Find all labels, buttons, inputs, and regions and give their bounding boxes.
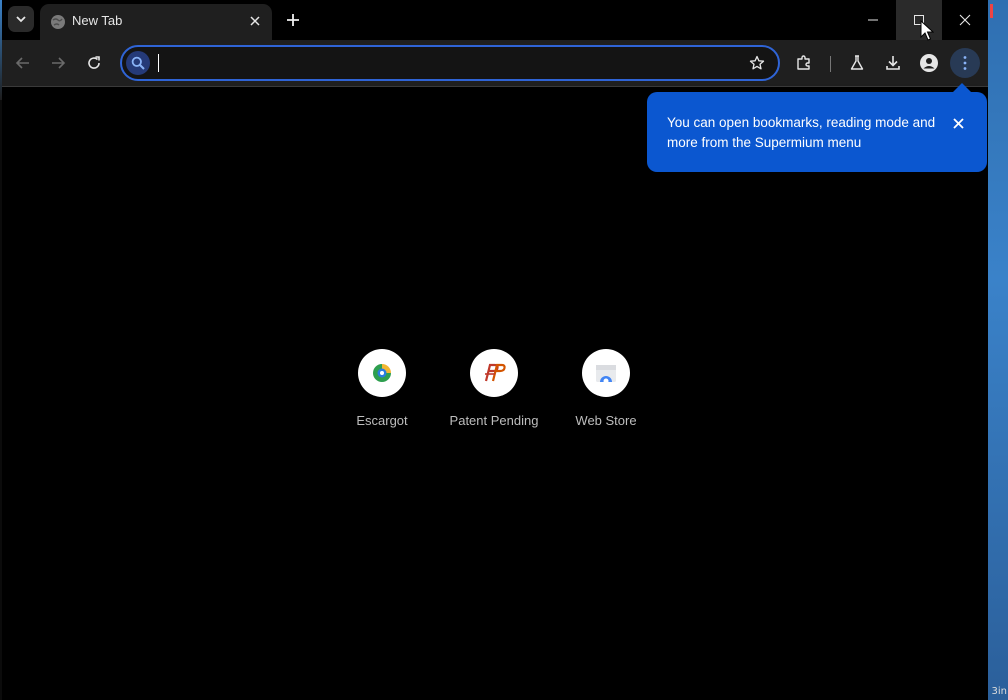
tab-title: New Tab bbox=[72, 13, 123, 28]
bookmark-star-button[interactable] bbox=[746, 52, 768, 74]
mouse-cursor-icon bbox=[920, 20, 934, 41]
shortcut-icon-container bbox=[582, 349, 630, 397]
chevron-down-icon bbox=[16, 16, 26, 23]
new-tab-page: Escargot Patent Pending Web Store bbox=[2, 87, 988, 700]
browser-window: New Tab Escargot Patent Pending Web Stor… bbox=[2, 0, 988, 700]
close-icon bbox=[952, 117, 964, 129]
close-icon bbox=[250, 16, 260, 26]
download-icon bbox=[886, 56, 900, 70]
shortcut-label: Web Store bbox=[575, 413, 637, 428]
labs-button[interactable] bbox=[842, 48, 872, 78]
menu-promo-bubble: You can open bookmarks, reading mode and… bbox=[647, 83, 987, 172]
plus-icon bbox=[287, 14, 299, 26]
close-window-button[interactable] bbox=[942, 0, 988, 40]
toolbar-separator bbox=[830, 56, 831, 72]
extensions-button[interactable] bbox=[789, 48, 819, 78]
search-icon bbox=[126, 51, 150, 75]
escargot-logo-icon bbox=[373, 364, 391, 382]
shortcut-label: Escargot bbox=[356, 413, 408, 428]
more-vertical-icon bbox=[963, 56, 967, 70]
arrow-left-icon bbox=[15, 57, 29, 69]
address-input[interactable] bbox=[156, 51, 740, 77]
text-caret bbox=[158, 54, 159, 72]
web-store-icon bbox=[596, 365, 616, 384]
minimize-button[interactable] bbox=[850, 0, 896, 40]
tab-search-button[interactable] bbox=[8, 6, 34, 32]
minimize-icon bbox=[868, 19, 878, 21]
flask-icon bbox=[850, 55, 864, 70]
shortcut-icon-container bbox=[358, 349, 406, 397]
toolbar bbox=[2, 40, 988, 87]
tab-close-button[interactable] bbox=[246, 12, 264, 30]
back-button[interactable] bbox=[8, 48, 38, 78]
desktop-background: 3in bbox=[988, 0, 1008, 700]
promo-text: You can open bookmarks, reading mode and… bbox=[667, 115, 936, 150]
forward-button[interactable] bbox=[43, 48, 73, 78]
arrow-right-icon bbox=[52, 57, 66, 69]
close-icon bbox=[959, 14, 971, 26]
profile-button[interactable] bbox=[914, 48, 944, 78]
shortcut-escargot[interactable]: Escargot bbox=[326, 349, 438, 428]
downloads-button[interactable] bbox=[878, 48, 908, 78]
avatar-icon bbox=[920, 54, 938, 72]
shortcut-patent-pending[interactable]: Patent Pending bbox=[438, 349, 550, 428]
patent-pending-logo-icon bbox=[484, 363, 506, 382]
maximize-button[interactable] bbox=[896, 0, 942, 40]
menu-button[interactable] bbox=[950, 48, 980, 78]
omnibox[interactable] bbox=[120, 45, 780, 81]
taskbar-clock-fragment: 3in bbox=[991, 686, 1007, 697]
tab-new-tab[interactable]: New Tab bbox=[40, 4, 272, 40]
star-icon bbox=[749, 55, 765, 70]
globe-icon bbox=[51, 15, 65, 29]
promo-close-button[interactable] bbox=[949, 114, 967, 132]
screen: New Tab Escargot Patent Pending Web Stor… bbox=[0, 0, 1008, 700]
puzzle-icon bbox=[797, 55, 810, 70]
reload-icon bbox=[88, 56, 100, 69]
desktop-window-edge bbox=[990, 4, 993, 18]
shortcut-icon-container bbox=[470, 349, 518, 397]
new-tab-button[interactable] bbox=[280, 7, 306, 33]
reload-button[interactable] bbox=[79, 48, 109, 78]
shortcut-web-store[interactable]: Web Store bbox=[550, 349, 662, 428]
shortcut-label: Patent Pending bbox=[449, 413, 539, 428]
tab-strip: New Tab bbox=[2, 0, 988, 40]
